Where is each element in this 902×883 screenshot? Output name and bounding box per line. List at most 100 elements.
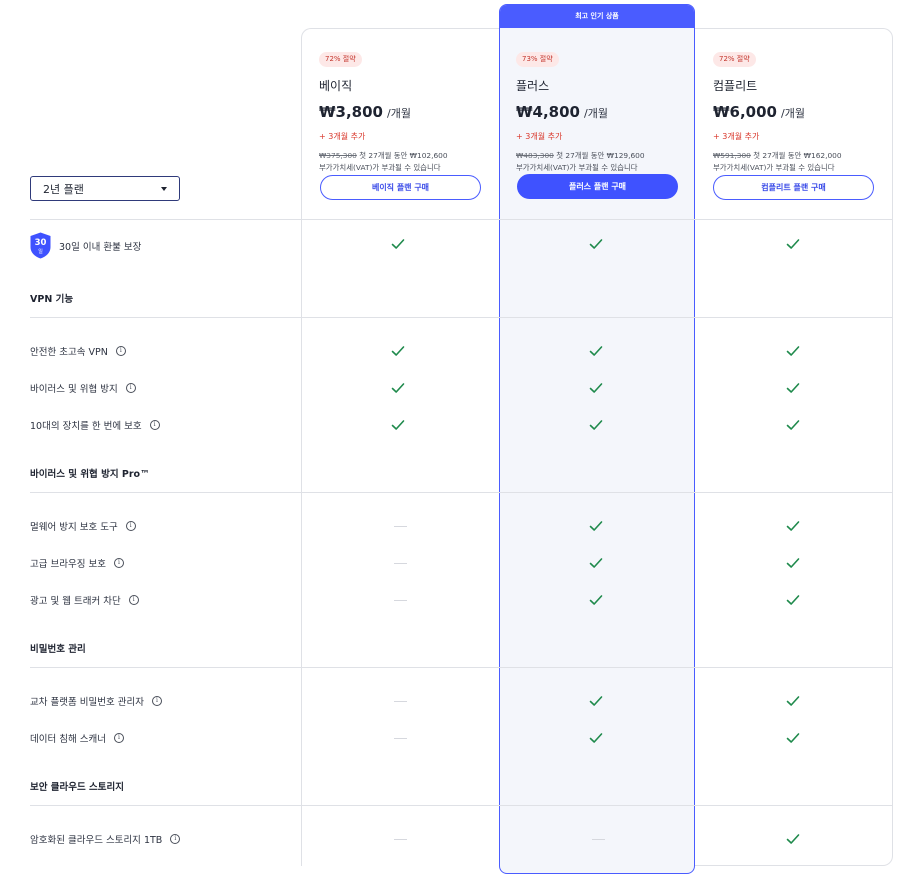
first-period-price: 첫 27개월 동안 ₩102,600 [359,151,448,160]
divider [30,317,892,318]
section-heading-cloud-storage: 보안 클라우드 스토리지 [30,782,125,793]
original-price: ₩375,300 [319,151,357,160]
discount-badge: 72% 절약 [319,52,362,67]
check-icon [786,595,800,605]
extra-months: + 3개월 추가 [319,132,366,141]
price-detail: ₩375,300 첫 27개월 동안 ₩102,600 부가가치세(VAT)가 … [319,150,481,174]
info-icon[interactable]: i [125,383,136,393]
check-icon [786,834,800,844]
plan-name: 베이직 [319,79,353,93]
check-icon [589,346,603,356]
check-icon [391,420,405,430]
feature-included [589,557,609,571]
divider [30,667,892,668]
guarantee-badge-number: 30 [35,238,47,248]
feature-row-label: 암호화된 클라우드 스토리지 1TB i [30,832,181,846]
money-back-shield-icon: 30 일 [30,232,51,259]
info-icon[interactable]: i [128,595,139,605]
feature-included [786,695,806,709]
price-value: ₩4,800 [516,103,580,121]
extra-months: + 3개월 추가 [713,132,760,141]
feature-included [786,419,806,433]
buy-complete-button[interactable]: 컴플리트 플랜 구매 [713,175,874,200]
check-icon [391,239,405,249]
check-icon [391,383,405,393]
feature-included [589,732,609,746]
guarantee-basic [391,238,411,252]
feature-not-included [391,557,411,571]
feature-included [589,695,609,709]
price-unit: /개월 [781,107,805,120]
section-heading-threat-protection-pro: 바이러스 및 위협 방지 Pro™ [30,469,150,480]
divider [30,219,892,220]
feature-included [391,419,411,433]
guarantee-complete [786,238,806,252]
price-value: ₩6,000 [713,103,777,121]
price-unit: /개월 [584,107,608,120]
vat-note: 부가가치세(VAT)가 부과될 수 있습니다 [516,163,638,172]
plan-header-basic: 72% 절약 베이직 ₩3,800 /개월 + 3개월 추가 ₩375,300 … [319,46,481,174]
info-icon[interactable]: i [115,346,126,356]
dash-icon [394,600,407,601]
feature-included [589,594,609,608]
check-icon [589,696,603,706]
feature-included [786,594,806,608]
price-unit: /개월 [387,107,411,120]
feature-included [589,345,609,359]
dash-icon [394,839,407,840]
feature-included [786,833,806,847]
buy-basic-button[interactable]: 베이직 플랜 구매 [320,175,481,200]
dash-icon [394,738,407,739]
check-icon [786,346,800,356]
first-period-price: 첫 27개월 동안 ₩162,000 [753,151,842,160]
plan-header-plus: 73% 절약 플러스 ₩4,800 /개월 + 3개월 추가 ₩483,300 … [516,46,678,174]
plan-term-select[interactable]: 2년 플랜 [30,176,180,201]
caret-down-icon [161,187,167,191]
check-icon [786,239,800,249]
feature-not-included [391,520,411,534]
price-row: ₩6,000 /개월 [713,103,875,121]
info-icon[interactable]: i [151,696,162,706]
check-icon [786,383,800,393]
feature-included [391,345,411,359]
price-row: ₩4,800 /개월 [516,103,678,121]
feature-included [589,520,609,534]
check-icon [589,733,603,743]
buy-plus-button[interactable]: 플러스 플랜 구매 [517,174,678,199]
divider [30,805,892,806]
plan-header-complete: 72% 절약 컴플리트 ₩6,000 /개월 + 3개월 추가 ₩591,300… [713,46,875,174]
discount-badge: 73% 절약 [516,52,559,67]
info-icon[interactable]: i [113,558,124,568]
feature-not-included [391,833,411,847]
check-icon [589,420,603,430]
section-heading-password-manager: 비밀번호 관리 [30,644,86,655]
extra-months: + 3개월 추가 [516,132,563,141]
money-back-guarantee-label: 30일 이내 환불 보장 [59,242,142,253]
feature-not-included [391,594,411,608]
check-icon [589,595,603,605]
feature-row-label: 멀웨어 방지 보호 도구 i [30,519,136,533]
info-icon[interactable]: i [125,521,136,531]
info-icon[interactable]: i [170,834,181,844]
check-icon [589,239,603,249]
dash-icon [394,563,407,564]
check-icon [786,420,800,430]
vat-note: 부가가치세(VAT)가 부과될 수 있습니다 [713,163,835,172]
info-icon[interactable]: i [113,733,124,743]
check-icon [589,521,603,531]
divider [30,492,892,493]
info-icon[interactable]: i [149,420,160,430]
check-icon [786,558,800,568]
price-detail: ₩591,300 첫 27개월 동안 ₩162,000 부가가치세(VAT)가 … [713,150,875,174]
feature-not-included [391,695,411,709]
section-heading-vpn: VPN 기능 [30,294,74,305]
feature-included [786,557,806,571]
feature-included [391,382,411,396]
check-icon [786,521,800,531]
check-icon [786,696,800,706]
feature-row-label: 고급 브라우징 보호 i [30,556,124,570]
discount-badge: 72% 절약 [713,52,756,67]
guarantee-badge-unit: 일 [38,248,43,255]
dash-icon [394,526,407,527]
feature-row-label: 안전한 초고속 VPN i [30,344,126,358]
